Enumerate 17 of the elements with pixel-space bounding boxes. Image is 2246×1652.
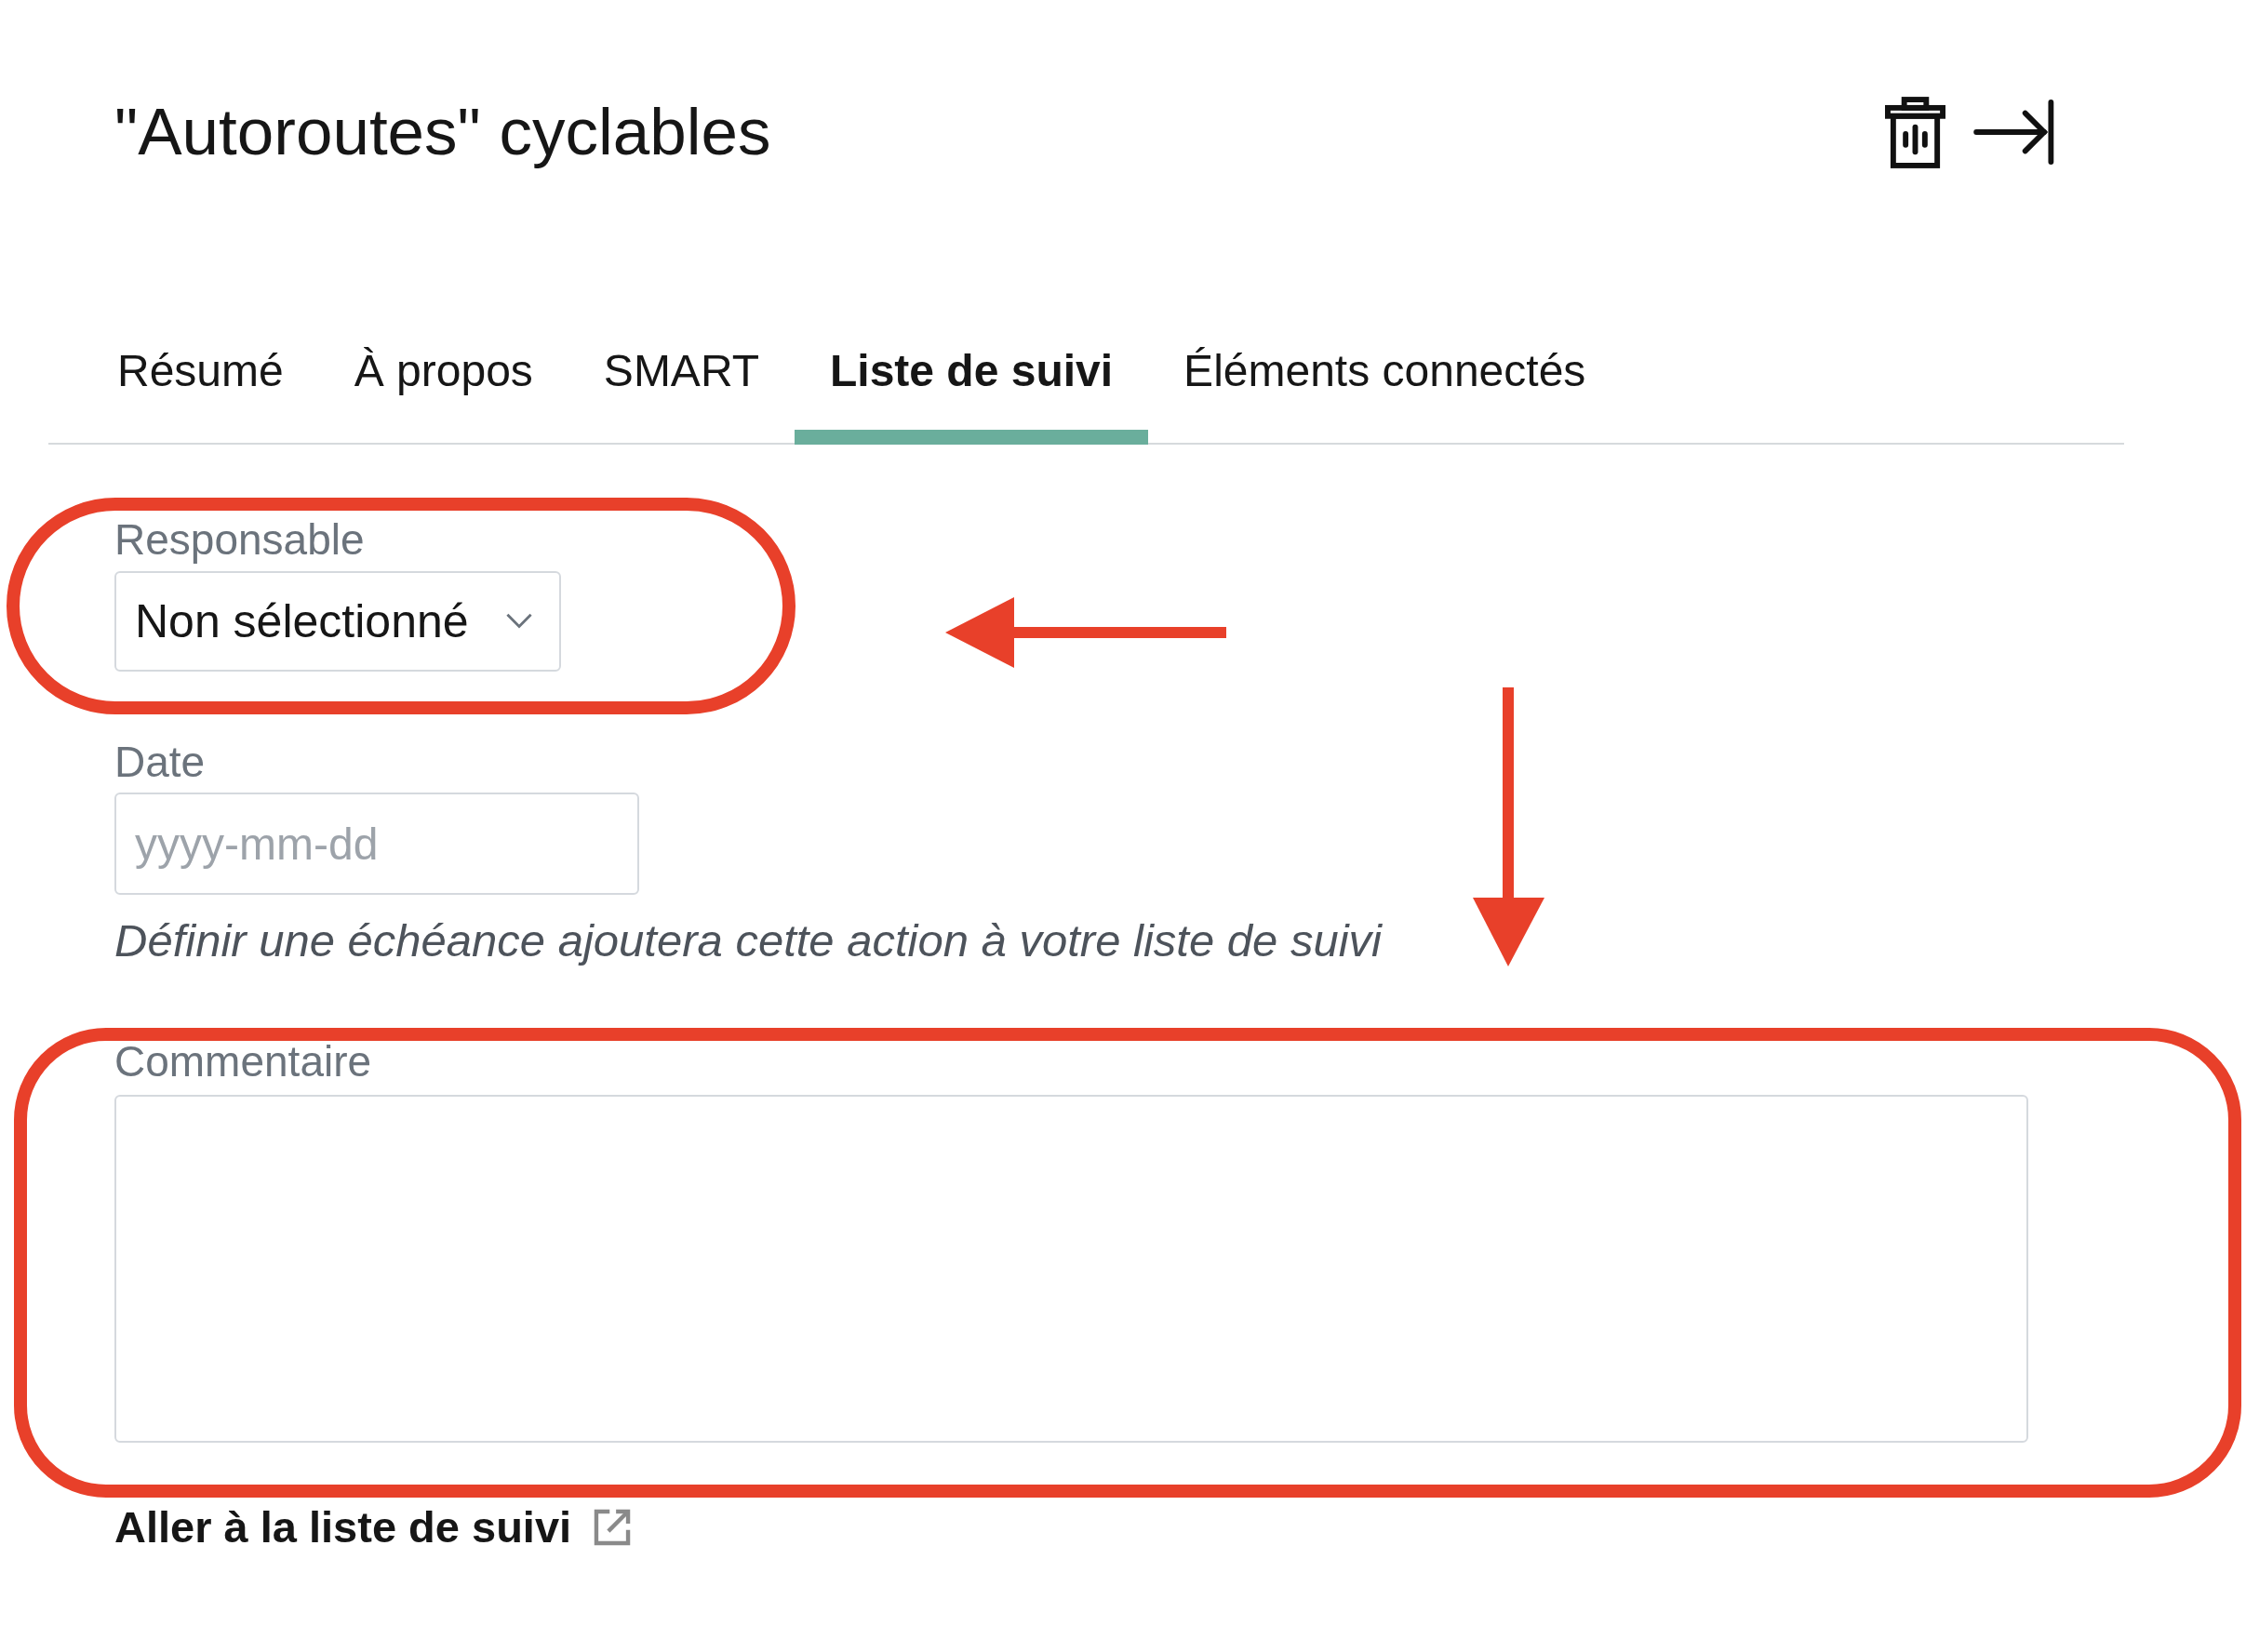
comment-field[interactable]: [114, 1095, 2028, 1443]
tab[interactable]: À propos: [318, 345, 568, 445]
field-label: Commentaire: [114, 1037, 372, 1086]
panel-title: "Autoroutes" cyclables: [114, 95, 771, 169]
date-field[interactable]: yyyy-mm-dd: [114, 793, 639, 895]
date-hint: Définir une échéance ajoutera cette action à votre liste de suivi: [114, 915, 1382, 966]
delete-icon[interactable]: [1885, 96, 1945, 168]
field-label: Responsable: [114, 515, 365, 564]
chevron-down-icon: [505, 613, 533, 630]
tab[interactable]: Liste de suivi: [795, 345, 1149, 445]
watchlist-link[interactable]: Aller à la liste de suivi: [114, 1502, 634, 1552]
tab[interactable]: Résumé: [82, 345, 319, 445]
assignee-select[interactable]: Non sélectionné: [114, 571, 561, 672]
tab[interactable]: SMART: [568, 345, 795, 445]
field-label: Date: [114, 738, 206, 786]
tab[interactable]: Éléments connectés: [1148, 345, 1622, 445]
collapse-panel-icon[interactable]: [1973, 100, 2055, 165]
